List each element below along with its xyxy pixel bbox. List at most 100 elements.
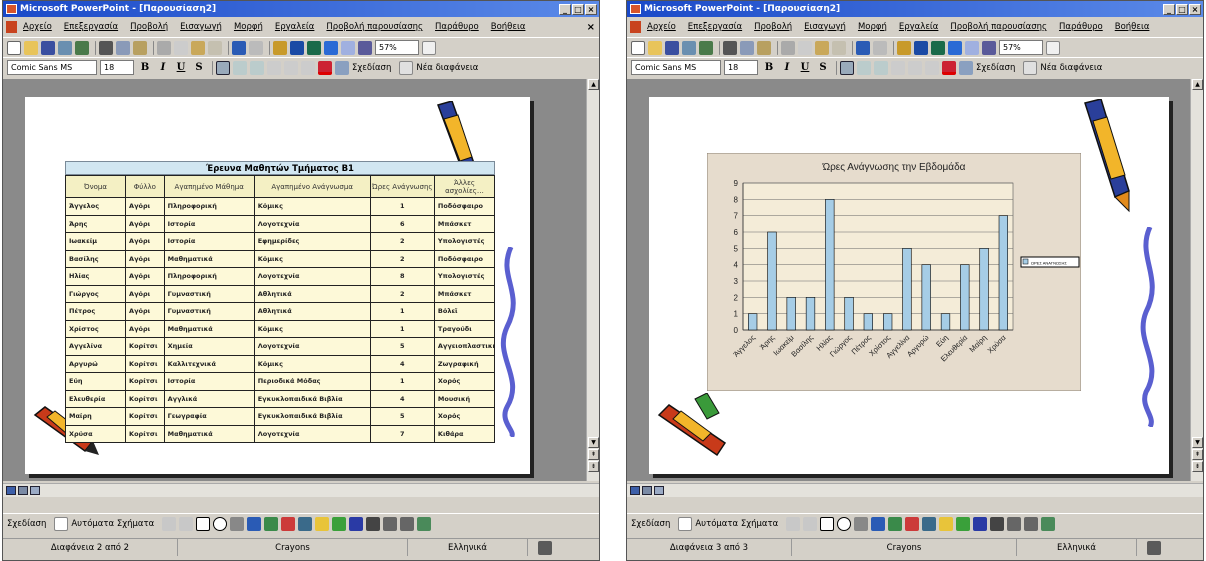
table-cell[interactable]: Κορίτσι [125, 372, 165, 391]
line-color-icon[interactable] [956, 516, 971, 531]
wordart-icon[interactable] [247, 516, 262, 531]
vertical-scrollbar[interactable]: ▲ ▼ ⇞ ⇟ [1190, 79, 1203, 481]
menu-help[interactable]: Βοήθεια [491, 22, 526, 32]
next-slide-button[interactable]: ⇟ [588, 461, 599, 472]
table-row[interactable]: Βασίλης Αγόρι Μαθηματικά Κόμικς 2 Ποδόσφαιρο [64, 249, 496, 268]
table-cell[interactable]: Μπάσκετ [433, 284, 496, 303]
textbox-icon[interactable] [854, 516, 869, 531]
print-icon[interactable] [723, 40, 737, 55]
picture-icon[interactable] [298, 516, 313, 531]
shadow-style-icon[interactable] [417, 516, 432, 531]
slideshow-button[interactable] [30, 486, 40, 495]
open-icon[interactable] [648, 40, 662, 55]
menu-tools[interactable]: Εργαλεία [899, 22, 939, 32]
menu-format[interactable]: Μορφή [234, 22, 263, 32]
spelling-icon[interactable] [757, 40, 771, 55]
slide-2[interactable]: Έρευνα Μαθητών Τμήματος Β1 Όνομα Φύλλο Αγα… [25, 97, 530, 474]
powerpoint-app-icon[interactable] [6, 4, 17, 14]
scroll-down-arrow[interactable]: ▼ [588, 437, 599, 448]
bullets-icon[interactable] [284, 60, 298, 75]
ellipse-icon[interactable] [837, 516, 852, 531]
scroll-down-arrow[interactable]: ▼ [1192, 437, 1203, 448]
table-cell[interactable]: 1 [369, 372, 435, 391]
table-cell[interactable]: Ποδόσφαιρο [433, 197, 496, 216]
copy-icon[interactable] [798, 40, 812, 55]
font-select[interactable]: Comic Sans MS [631, 60, 721, 75]
rectangle-icon[interactable] [820, 516, 835, 531]
table-cell[interactable]: Κόμικς [253, 354, 371, 373]
table-cell[interactable]: 2 [369, 284, 435, 303]
font-color-icon[interactable] [942, 60, 956, 75]
table-row[interactable]: Ελευθερία Κορίτσι Αγγλικά Εγκυκλοπαιδικά Βι… [64, 389, 496, 408]
insert-chart-icon[interactable] [897, 40, 911, 55]
undo-icon[interactable] [856, 40, 870, 55]
design-button[interactable]: Σχεδίαση [352, 63, 391, 73]
numbering-icon[interactable] [267, 60, 281, 75]
table-cell[interactable]: 2 [369, 249, 435, 268]
table-cell[interactable]: Αγόρι [125, 232, 165, 251]
table-cell[interactable]: Λογοτεχνία [253, 214, 371, 233]
table-cell[interactable]: Γυμναστική [163, 302, 255, 321]
table-row[interactable]: Άρης Αγόρι Ιστορία Λογοτεχνία 6 Μπάσκετ [64, 214, 496, 233]
table-cell[interactable]: Λογοτεχνία [253, 337, 371, 356]
table-cell[interactable]: Υπολογιστές [433, 267, 496, 286]
new-slide-icon[interactable] [1023, 60, 1038, 75]
copy-icon[interactable] [174, 40, 188, 55]
rectangle-icon[interactable] [196, 516, 211, 531]
student-survey-table[interactable]: Έρευνα Μαθητών Τμήματος Β1 Όνομα Φύλλο Αγα… [64, 161, 496, 443]
slide-3[interactable]: Ώρες Ανάγνωσης την Εβδομάδα 0 1 2 3 4 5 6 7 8 9 Άγ… [649, 97, 1169, 474]
table-cell[interactable]: Τραγούδι [433, 319, 496, 338]
tables-borders-icon[interactable] [307, 40, 321, 55]
arrow-style-icon[interactable] [400, 516, 415, 531]
menu-slideshow[interactable]: Προβολή παρουσίασης [950, 22, 1047, 32]
new-icon[interactable] [631, 40, 645, 55]
paste-icon[interactable] [815, 40, 829, 55]
table-cell[interactable]: Αγγελίνα [64, 337, 127, 356]
save-icon[interactable] [665, 40, 679, 55]
table-cell[interactable]: Αγόρι [125, 302, 165, 321]
table-cell[interactable]: 5 [369, 337, 435, 356]
table-row[interactable]: Εύη Κορίτσι Ιστορία Περιοδικά Μόδας 1 Χορός [64, 372, 496, 391]
table-cell[interactable]: Μουσική [433, 389, 496, 408]
save-icon[interactable] [41, 40, 55, 55]
table-cell[interactable]: Ιστορία [163, 214, 255, 233]
table-cell[interactable]: Εφημερίδες [253, 232, 371, 251]
fill-color-icon[interactable] [939, 516, 954, 531]
zoom-select[interactable]: 57% [999, 40, 1043, 55]
insert-chart-icon[interactable] [273, 40, 287, 55]
menu-window[interactable]: Παράθυρο [1059, 22, 1103, 32]
paste-icon[interactable] [191, 40, 205, 55]
table-cell[interactable]: Χρίστος [64, 319, 127, 338]
expand-all-icon[interactable] [948, 40, 962, 55]
draw-menu-button[interactable]: Σχεδίαση [7, 519, 46, 529]
line-color-icon[interactable] [332, 516, 347, 531]
arrow-style-icon[interactable] [1024, 516, 1039, 531]
text-color-icon[interactable] [973, 516, 988, 531]
shadow-button[interactable]: S [191, 62, 207, 73]
tables-borders-icon[interactable] [931, 40, 945, 55]
document-icon[interactable] [6, 21, 17, 33]
table-cell[interactable]: Αθλητικά [253, 284, 371, 303]
shadow-button[interactable]: S [815, 62, 831, 73]
design-icon[interactable] [959, 60, 973, 75]
design-icon[interactable] [335, 60, 349, 75]
maximize-button[interactable]: □ [572, 3, 584, 15]
table-cell[interactable]: Χρύσα [64, 424, 127, 443]
increase-font-icon[interactable] [925, 60, 939, 75]
table-cell[interactable]: Πέτρος [64, 302, 127, 321]
italic-button[interactable]: I [155, 62, 171, 73]
normal-view-button[interactable] [6, 486, 16, 495]
align-center-icon[interactable] [233, 60, 247, 75]
dash-style-icon[interactable] [1007, 516, 1022, 531]
table-cell[interactable]: 4 [369, 389, 435, 408]
align-center-icon[interactable] [857, 60, 871, 75]
menu-slideshow[interactable]: Προβολή παρουσίασης [326, 22, 423, 32]
table-cell[interactable]: Χορός [433, 407, 496, 426]
insert-table-icon[interactable] [290, 40, 304, 55]
underline-button[interactable]: U [173, 62, 189, 73]
table-cell[interactable]: 8 [369, 267, 435, 286]
table-cell[interactable]: Μπάσκετ [433, 214, 496, 233]
menu-view[interactable]: Προβολή [130, 22, 168, 32]
table-cell[interactable]: Εγκυκλοπαιδικά Βιβλία [253, 407, 371, 426]
format-painter-icon[interactable] [832, 40, 846, 55]
